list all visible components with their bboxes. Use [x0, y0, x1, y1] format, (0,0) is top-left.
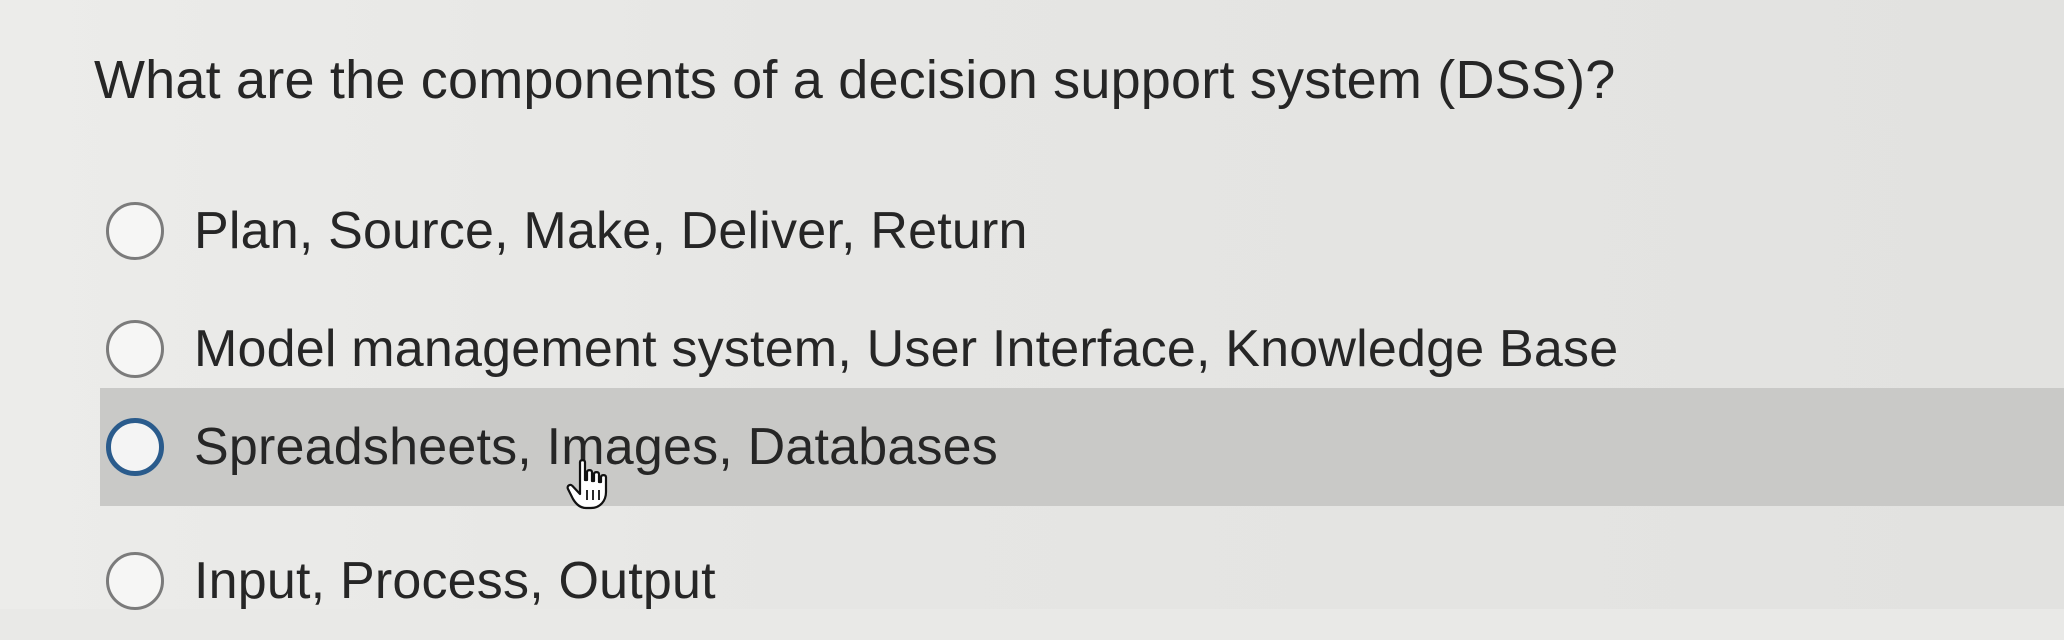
- quiz-page: What are the components of a decision su…: [0, 0, 2064, 610]
- radio-button-4[interactable]: [106, 552, 164, 610]
- radio-button-2[interactable]: [106, 320, 164, 378]
- answer-option-4[interactable]: Input, Process, Output: [100, 522, 2064, 640]
- answer-label-1: Plan, Source, Make, Deliver, Return: [194, 202, 1028, 260]
- radio-button-1[interactable]: [106, 202, 164, 260]
- radio-button-3[interactable]: [106, 418, 164, 476]
- answer-option-3[interactable]: Spreadsheets, Images, Databases: [100, 388, 2064, 506]
- answer-options: Plan, Source, Make, Deliver, Return Mode…: [0, 0, 2064, 610]
- answer-label-2: Model management system, User Interface,…: [194, 320, 1619, 378]
- hand-pointer-icon: [566, 459, 608, 510]
- answer-label-4: Input, Process, Output: [194, 552, 716, 610]
- answer-option-1[interactable]: Plan, Source, Make, Deliver, Return: [100, 172, 2064, 290]
